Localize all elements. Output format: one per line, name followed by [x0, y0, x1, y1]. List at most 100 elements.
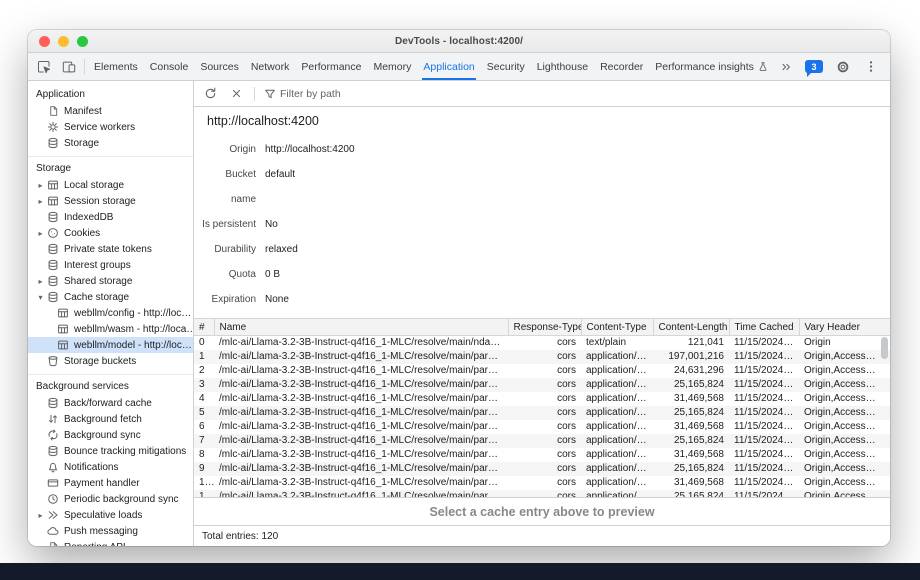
cell-item: 4: [194, 392, 214, 406]
sidebar-item-push-messaging[interactable]: Push messaging: [28, 523, 193, 539]
sidebar-item-bounce-tracking-mitigations[interactable]: Bounce tracking mitigations: [28, 443, 193, 459]
cache-entry-row[interactable]: 1/mlc-ai/Llama-3.2-3B-Instruct-q4f16_1-M…: [194, 350, 890, 364]
scrollbar-thumb[interactable]: [881, 337, 888, 359]
sidebar-item-notifications[interactable]: Notifications: [28, 459, 193, 475]
tab-security[interactable]: Security: [481, 53, 531, 80]
cell-vary-header: Origin,Access…: [799, 420, 890, 434]
tab-lighthouse[interactable]: Lighthouse: [531, 53, 594, 80]
cache-entry-row[interactable]: 6/mlc-ai/Llama-3.2-3B-Instruct-q4f16_1-M…: [194, 420, 890, 434]
sidebar-item-label: Shared storage: [64, 276, 132, 287]
chevron-right-icon[interactable]: ▸: [35, 197, 46, 206]
sidebar-item-manifest[interactable]: Manifest: [28, 103, 193, 119]
close-window-button[interactable]: [39, 36, 50, 47]
sidebar-item-webllm-config-http-loc[interactable]: webllm/config - http://loc…: [28, 305, 193, 321]
cache-entry-row[interactable]: 0/mlc-ai/Llama-3.2-3B-Instruct-q4f16_1-M…: [194, 336, 890, 351]
sidebar-item-indexeddb[interactable]: IndexedDB: [28, 209, 193, 225]
sidebar-item-reporting-api[interactable]: Reporting API: [28, 539, 193, 546]
sidebar-item-label: Manifest: [64, 106, 102, 117]
refresh-button[interactable]: [199, 83, 221, 105]
tab-application[interactable]: Application: [417, 53, 480, 80]
sidebar-item-cookies[interactable]: ▸Cookies: [28, 225, 193, 241]
column-header-item[interactable]: #: [194, 319, 214, 336]
sidebar-item-speculative-loads[interactable]: ▸Speculative loads: [28, 507, 193, 523]
meta-label: Is persistent: [198, 212, 256, 237]
column-header-name[interactable]: Name: [214, 319, 508, 336]
sidebar-item-shared-storage[interactable]: ▸ Shared storage: [28, 273, 193, 289]
cell-time-cached: 11/15/2024, 10…: [729, 490, 799, 497]
cache-entry-row[interactable]: 2/mlc-ai/Llama-3.2-3B-Instruct-q4f16_1-M…: [194, 364, 890, 378]
sidebar-item-cache-storage[interactable]: ▾Cache storage: [28, 289, 193, 305]
console-messages-badge[interactable]: 3: [805, 60, 823, 73]
minimize-window-button[interactable]: [58, 36, 69, 47]
chevron-right-icon[interactable]: ▸: [35, 277, 46, 286]
delete-selected-button[interactable]: [225, 83, 247, 105]
column-header-response-type[interactable]: Response-Type: [508, 319, 581, 336]
column-header-content-length[interactable]: Content-Length: [653, 319, 729, 336]
chevron-down-icon[interactable]: ▾: [35, 293, 46, 302]
sidebar-item-webllm-wasm-http-loca[interactable]: webllm/wasm - http://loca…: [28, 321, 193, 337]
cell-name: /mlc-ai/Llama-3.2-3B-Instruct-q4f16_1-ML…: [214, 420, 508, 434]
sidebar-item-local-storage[interactable]: ▸Local storage: [28, 177, 193, 193]
tab-memory[interactable]: Memory: [367, 53, 417, 80]
tab-label: Network: [251, 61, 290, 73]
meta-row-expiration: ExpirationNone: [198, 287, 880, 312]
chevron-right-icon[interactable]: ▸: [35, 181, 46, 190]
close-icon: [231, 88, 242, 99]
sidebar-item-payment-handler[interactable]: Payment handler: [28, 475, 193, 491]
table-scrollbar[interactable]: [881, 337, 888, 495]
meta-row-bucket-name: Bucket namedefault: [198, 162, 880, 212]
cache-entry-row[interactable]: 9/mlc-ai/Llama-3.2-3B-Instruct-q4f16_1-M…: [194, 462, 890, 476]
chevron-right-icon[interactable]: ▸: [35, 511, 46, 520]
settings-button[interactable]: [830, 60, 855, 74]
cache-entry-row[interactable]: 7/mlc-ai/Llama-3.2-3B-Instruct-q4f16_1-M…: [194, 434, 890, 448]
tab-performance[interactable]: Performance: [295, 53, 367, 80]
sidebar-item-service-workers[interactable]: Service workers: [28, 119, 193, 135]
cell-item: 2: [194, 364, 214, 378]
sidebar-item-storage-buckets[interactable]: Storage buckets: [28, 353, 193, 369]
sidebar-item-background-sync[interactable]: Background sync: [28, 427, 193, 443]
flask-icon: [758, 61, 768, 72]
cell-response-type: cors: [508, 392, 581, 406]
spec-icon: [46, 509, 60, 521]
cell-content-length: 25,165,824: [653, 378, 729, 392]
cache-entry-row[interactable]: 5/mlc-ai/Llama-3.2-3B-Instruct-q4f16_1-M…: [194, 406, 890, 420]
sidebar-item-back-forward-cache[interactable]: Back/forward cache: [28, 395, 193, 411]
more-tabs-button[interactable]: [773, 61, 798, 73]
cache-entry-row[interactable]: 10/mlc-ai/Llama-3.2-3B-Instruct-q4f16_1-…: [194, 476, 890, 490]
device-toolbar-button[interactable]: [56, 53, 81, 80]
sidebar-item-periodic-background-sync[interactable]: Periodic background sync: [28, 491, 193, 507]
chevron-right-icon[interactable]: ▸: [35, 229, 46, 238]
tab-recorder[interactable]: Recorder: [594, 53, 649, 80]
column-header-vary-header[interactable]: Vary Header: [799, 319, 890, 336]
inspect-element-button[interactable]: [31, 53, 56, 80]
cache-entry-row[interactable]: 4/mlc-ai/Llama-3.2-3B-Instruct-q4f16_1-M…: [194, 392, 890, 406]
fullscreen-window-button[interactable]: [77, 36, 88, 47]
column-header-time-cached[interactable]: Time Cached: [729, 319, 799, 336]
customize-menu-button[interactable]: [858, 60, 883, 73]
table-header-row: #NameResponse-TypeContent-TypeContent-Le…: [194, 319, 890, 336]
sidebar-item-background-fetch[interactable]: Background fetch: [28, 411, 193, 427]
cache-entry-row[interactable]: 11/mlc-ai/Llama-3.2-3B-Instruct-q4f16_1-…: [194, 490, 890, 497]
filter-input[interactable]: [280, 88, 430, 100]
tab-network[interactable]: Network: [245, 53, 296, 80]
cache-entry-row[interactable]: 8/mlc-ai/Llama-3.2-3B-Instruct-q4f16_1-M…: [194, 448, 890, 462]
cache-entry-row[interactable]: 3/mlc-ai/Llama-3.2-3B-Instruct-q4f16_1-M…: [194, 378, 890, 392]
tab-sources[interactable]: Sources: [194, 53, 245, 80]
doc-icon: [46, 541, 60, 546]
tab-performance-insights[interactable]: Performance insights: [649, 53, 773, 80]
cell-time-cached: 11/15/2024, 10…: [729, 434, 799, 448]
sidebar-item-storage[interactable]: Storage: [28, 135, 193, 151]
window-titlebar[interactable]: DevTools - localhost:4200/: [28, 30, 890, 53]
sidebar-item-webllm-model-http-loc[interactable]: webllm/model - http://loc…: [28, 337, 193, 353]
devtools-main: ApplicationManifestService workersStorag…: [28, 81, 890, 546]
tab-elements[interactable]: Elements: [88, 53, 144, 80]
tab-label: Security: [487, 61, 525, 73]
sidebar-item-private-state-tokens[interactable]: Private state tokens: [28, 241, 193, 257]
cell-item: 1: [194, 350, 214, 364]
column-header-content-type[interactable]: Content-Type: [581, 319, 653, 336]
bell-icon: [46, 461, 60, 473]
sidebar-item-session-storage[interactable]: ▸Session storage: [28, 193, 193, 209]
sidebar-item-label: webllm/wasm - http://loca…: [74, 324, 193, 335]
tab-console[interactable]: Console: [144, 53, 195, 80]
sidebar-item-interest-groups[interactable]: Interest groups: [28, 257, 193, 273]
